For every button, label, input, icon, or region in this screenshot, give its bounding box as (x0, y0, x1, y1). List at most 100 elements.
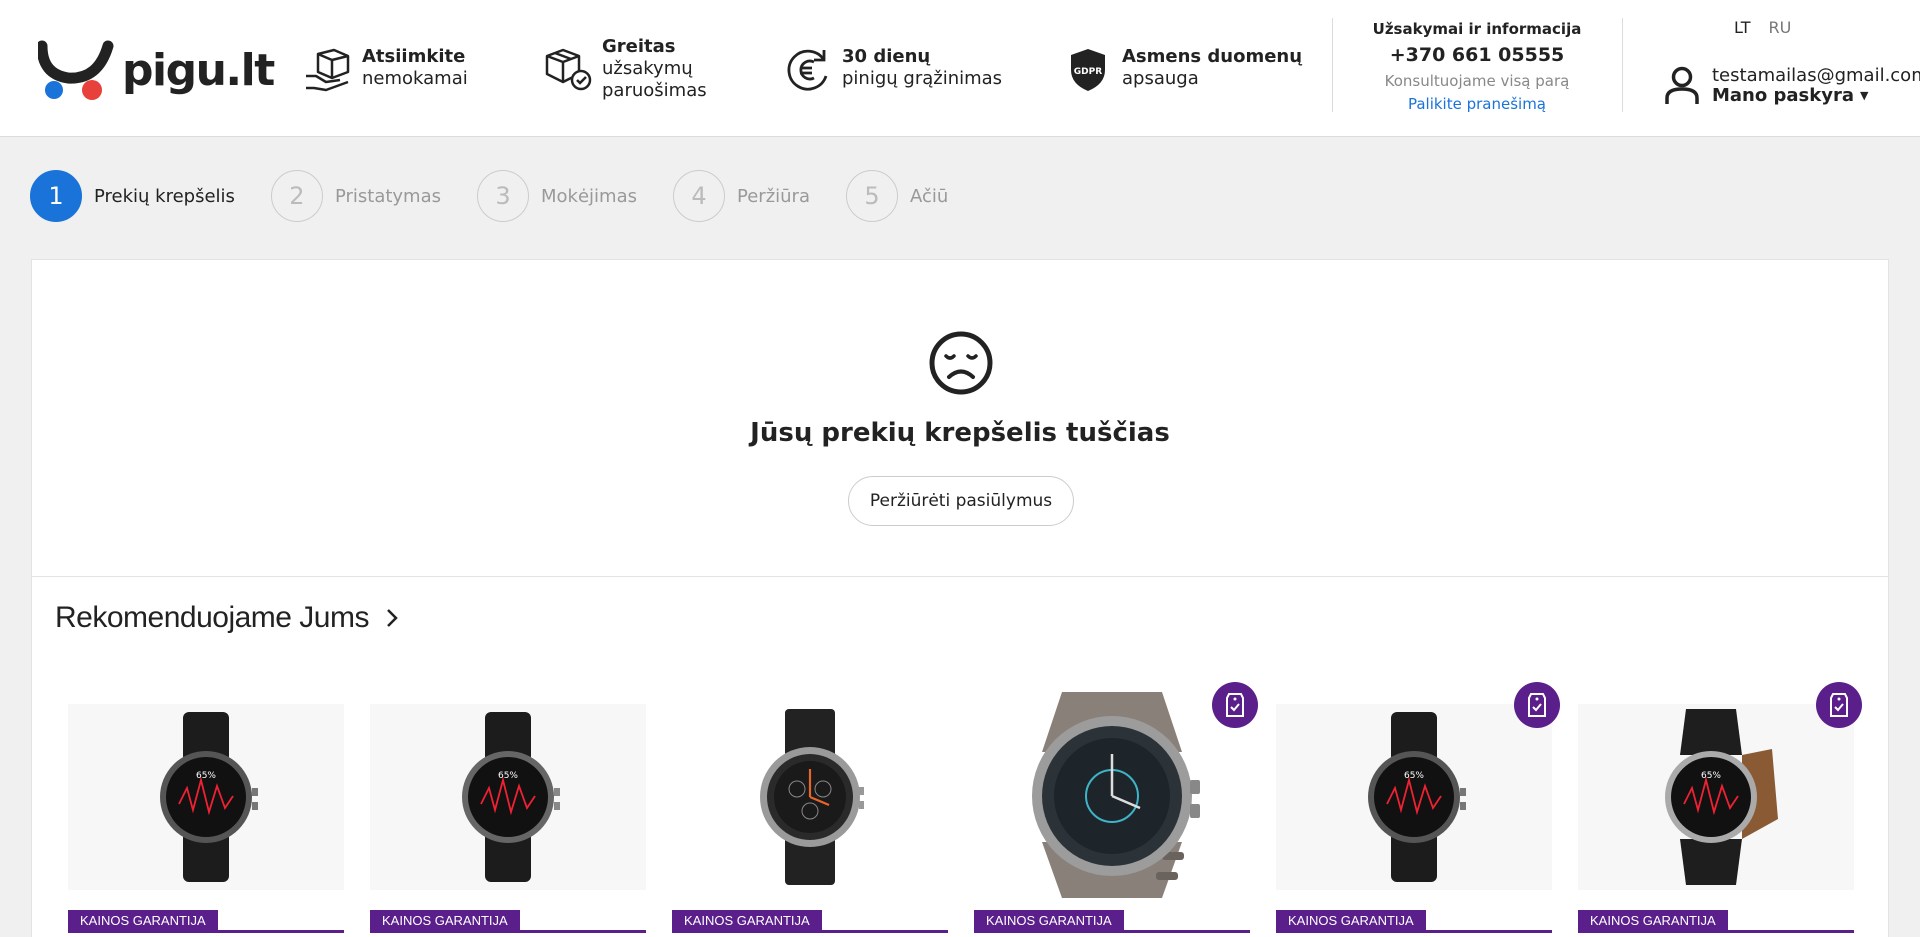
product-card[interactable]: 65% KAINOS GARANTIJA (1578, 682, 1862, 937)
logo[interactable]: pigu.lt (38, 38, 275, 102)
step-number: 4 (673, 170, 725, 222)
watch-image-icon: 65% (462, 712, 560, 882)
user-icon (1665, 66, 1699, 104)
price-guarantee-badge: KAINOS GARANTIJA (974, 910, 1124, 932)
badge-underline (370, 930, 646, 933)
watch-screen-text: 65% (196, 771, 216, 781)
empty-cart-title: Jūsų prekių krepšelis tuščias (750, 418, 1170, 448)
empty-cart-card: Jūsų prekių krepšelis tuščias Peržiūrėti… (31, 259, 1889, 577)
watch-image-icon: 65% (160, 712, 258, 882)
product-card[interactable]: KAINOS GARANTIJA (672, 682, 948, 937)
product-image[interactable]: 65% (1276, 704, 1552, 890)
price-guarantee-badge: KAINOS GARANTIJA (68, 910, 218, 932)
price-guarantee-badge: KAINOS GARANTIJA (370, 910, 520, 932)
benefit-subtitle: užsakymų (602, 58, 693, 79)
account-label-text: Mano paskyra (1712, 85, 1854, 106)
product-image[interactable]: 65% (370, 704, 646, 890)
step-delivery: 2 Pristatymas (270, 170, 441, 222)
step-number: 1 (30, 170, 82, 222)
step-number: 2 (270, 170, 323, 222)
step-number: 5 (845, 170, 898, 222)
product-card[interactable]: KAINOS GARANTIJA (974, 682, 1258, 937)
product-image[interactable] (974, 692, 1250, 898)
recommendations-section: Rekomenduojame Jums 65% KAINOS GARANTIJA… (31, 577, 1889, 937)
contact-block: Užsakymai ir informacija +370 661 05555 … (1336, 18, 1618, 116)
lang-lt[interactable]: LT (1734, 18, 1750, 37)
step-cart[interactable]: 1 Prekių krepšelis (30, 170, 235, 222)
account-email: testamailas@gmail.com (1712, 65, 1920, 86)
benefit-subtitle: pinigų grąžinimas (842, 68, 1003, 89)
benefit-title: Asmens duomenų (1122, 46, 1303, 67)
watch-image-icon: 65% (1665, 709, 1778, 885)
step-payment: 3 Mokėjimas (477, 170, 637, 222)
hand-box-icon (302, 44, 354, 96)
badge-underline (1276, 930, 1552, 933)
product-card[interactable]: 65% KAINOS GARANTIJA (1276, 682, 1560, 937)
lang-ru[interactable]: RU (1768, 18, 1791, 37)
watch-screen-text: 65% (1404, 771, 1424, 781)
product-image[interactable]: 65% (68, 704, 344, 890)
package-check-icon (542, 44, 594, 96)
benefit-subtitle: apsauga (1122, 68, 1199, 89)
price-guarantee-icon (1816, 682, 1862, 728)
product-card[interactable]: 65% KAINOS GARANTIJA (370, 682, 646, 937)
benefit-gdpr: GDPR Asmens duomenų apsauga (1062, 46, 1302, 96)
checkout-steps: 1 Prekių krepšelis 2 Pristatymas 3 Mokėj… (30, 170, 984, 222)
benefit-subtitle-2: paruošimas (602, 80, 707, 101)
watch-image-icon (1032, 692, 1200, 898)
contact-note: Konsultuojame visą parą (1384, 72, 1570, 90)
benefit-subtitle: nemokamai (362, 68, 468, 89)
price-guarantee-badge: KAINOS GARANTIJA (1578, 910, 1728, 932)
product-image[interactable]: 65% (1578, 704, 1854, 890)
benefit-returns: 30 dienų pinigų grąžinimas (782, 46, 1002, 96)
watch-screen-text: 65% (498, 771, 518, 781)
contact-title: Užsakymai ir informacija (1372, 20, 1582, 38)
caret-down-icon: ▼ (1859, 89, 1869, 102)
svg-text:GDPR: GDPR (1074, 67, 1102, 77)
step-label: Peržiūra (737, 185, 810, 207)
badge-underline (68, 930, 344, 933)
step-label: Ačiū (909, 185, 949, 207)
tag-check-icon (1528, 693, 1546, 717)
step-label: Mokėjimas (541, 185, 637, 207)
benefit-pickup: Atsiimkite nemokamai (302, 46, 468, 96)
price-guarantee-badge: KAINOS GARANTIJA (1276, 910, 1426, 932)
chevron-right-icon (387, 609, 398, 627)
step-label: Pristatymas (334, 185, 441, 207)
step-thanks: 5 Ačiū (845, 170, 949, 222)
account-menu[interactable]: testamailas@gmail.com Mano paskyra ▼ (1664, 66, 1920, 106)
header-divider (1622, 18, 1623, 112)
header-divider (1332, 18, 1333, 112)
tag-check-icon (1226, 693, 1244, 717)
watch-image-icon: 65% (1368, 712, 1466, 882)
benefit-title: 30 dienų (842, 46, 931, 67)
watch-image-icon (760, 709, 864, 885)
browse-offers-button[interactable]: Peržiūrėti pasiūlymus (848, 476, 1074, 526)
tag-check-icon (1830, 693, 1848, 717)
sad-face-icon (929, 331, 993, 395)
recommendations-title-text: Rekomenduojame Jums (55, 601, 369, 634)
price-guarantee-icon (1212, 682, 1258, 728)
contact-phone[interactable]: +370 661 05555 (1336, 40, 1618, 70)
product-image[interactable] (672, 704, 948, 890)
logo-text: pigu.lt (122, 44, 275, 96)
badge-underline (672, 930, 948, 933)
recommendations-title[interactable]: Rekomenduojame Jums (55, 601, 399, 635)
product-card[interactable]: 65% KAINOS GARANTIJA (68, 682, 344, 937)
benefit-fast-orders: Greitas užsakymų paruošimas (542, 36, 707, 102)
euro-return-icon (782, 44, 834, 96)
price-guarantee-badge: KAINOS GARANTIJA (672, 910, 822, 932)
logo-mark-icon (38, 40, 114, 100)
step-label: Prekių krepšelis (94, 185, 235, 207)
badge-underline (1578, 930, 1854, 933)
step-review: 4 Peržiūra (673, 170, 810, 222)
account-label[interactable]: Mano paskyra ▼ (1712, 86, 1920, 106)
watch-screen-text: 65% (1701, 771, 1721, 781)
step-number: 3 (477, 170, 529, 222)
benefit-title: Atsiimkite (362, 46, 466, 67)
site-header: pigu.lt Atsiimkite nemokamai Greitas užs… (0, 0, 1920, 137)
leave-message-link[interactable]: Palikite pranešimą (1336, 92, 1618, 116)
language-switcher: LT RU (1734, 18, 1791, 37)
badge-underline (974, 930, 1250, 933)
gdpr-shield-icon: GDPR (1062, 44, 1114, 96)
